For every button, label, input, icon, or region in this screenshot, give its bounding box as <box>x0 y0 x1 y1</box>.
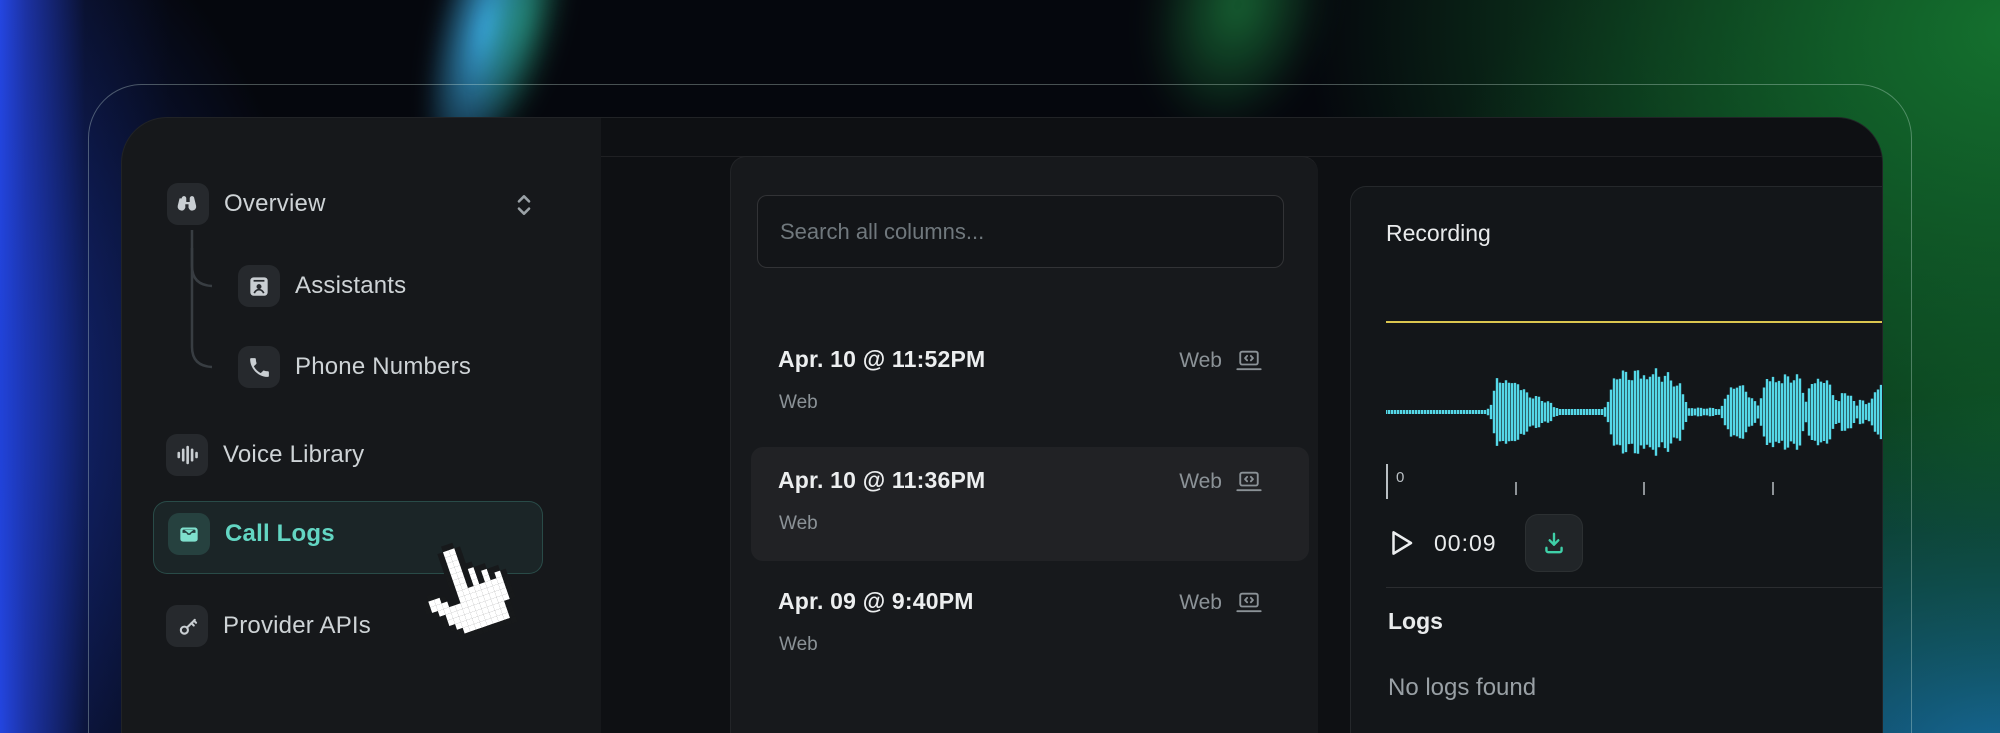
sidebar-item-label: Assistants <box>295 272 406 300</box>
call-log-row[interactable]: Apr. 09 @ 9:40PM Web Web <box>731 568 1319 686</box>
call-channel: Web <box>779 392 818 414</box>
sidebar-item-call-logs[interactable]: Call Logs <box>168 513 335 555</box>
sidebar-item-voice-library[interactable]: Voice Library <box>166 434 364 476</box>
phone-icon <box>238 346 280 388</box>
binoculars-icon <box>167 183 209 225</box>
waveform-scrubber[interactable]: 0 <box>1386 277 1883 507</box>
call-badge: Web <box>1179 470 1222 494</box>
laptop-code-icon <box>1235 590 1263 616</box>
ruler-start-tick <box>1386 464 1388 499</box>
download-button[interactable] <box>1525 514 1583 572</box>
sidebar-item-label: Phone Numbers <box>295 353 471 381</box>
id-card-icon <box>238 265 280 307</box>
key-icon <box>166 605 208 647</box>
call-channel: Web <box>779 634 818 656</box>
inbox-icon <box>168 513 210 555</box>
call-log-row[interactable]: Apr. 10 @ 11:52PM Web Web <box>731 326 1319 444</box>
chevron-up-down-icon[interactable] <box>512 192 536 218</box>
search-input[interactable] <box>757 195 1284 268</box>
content-region: Apr. 10 @ 11:52PM Web Web Apr. 10 @ 11:3… <box>601 118 1882 733</box>
call-list-panel: Apr. 10 @ 11:52PM Web Web Apr. 10 @ 11:3… <box>730 156 1318 733</box>
sidebar-item-label: Voice Library <box>223 441 364 469</box>
sidebar: Overview Assistants <box>122 118 601 733</box>
tree-connector <box>122 118 242 388</box>
audio-waveform <box>1386 277 1883 507</box>
app-window: Overview Assistants <box>121 117 1883 733</box>
call-badge: Web <box>1179 349 1222 373</box>
sidebar-item-label: Provider APIs <box>223 612 371 640</box>
sidebar-item-phone-numbers[interactable]: Phone Numbers <box>238 346 471 388</box>
recording-title: Recording <box>1386 220 1491 247</box>
call-badge: Web <box>1179 591 1222 615</box>
logs-title: Logs <box>1388 608 1443 635</box>
section-divider <box>1386 587 1883 588</box>
ruler-tick <box>1772 482 1774 495</box>
ruler-tick <box>1643 482 1645 495</box>
call-channel: Web <box>779 513 818 535</box>
sidebar-item-assistants[interactable]: Assistants <box>238 265 406 307</box>
ruler-tick <box>1515 482 1517 495</box>
logs-empty-message: No logs found <box>1388 674 1536 702</box>
ruler-zero-label: 0 <box>1396 469 1404 486</box>
sidebar-item-overview[interactable]: Overview <box>167 183 326 225</box>
sidebar-item-label: Overview <box>224 190 326 218</box>
call-datetime: Apr. 10 @ 11:52PM <box>778 346 985 373</box>
laptop-code-icon <box>1235 469 1263 495</box>
screenshot-stage: Overview Assistants <box>0 0 2000 733</box>
timeline-played-line <box>1386 321 1883 323</box>
call-datetime: Apr. 09 @ 9:40PM <box>778 588 974 615</box>
waveform-icon <box>166 434 208 476</box>
laptop-code-icon <box>1235 348 1263 374</box>
call-log-row-selected[interactable]: Apr. 10 @ 11:36PM Web Web <box>731 447 1319 565</box>
sidebar-item-provider-apis[interactable]: Provider APIs <box>166 605 371 647</box>
row-highlight <box>751 447 1309 561</box>
play-icon <box>1386 526 1416 560</box>
play-button[interactable] <box>1386 514 1426 572</box>
playback-controls: 00:09 <box>1386 514 1497 572</box>
playback-time: 00:09 <box>1434 530 1497 557</box>
call-datetime: Apr. 10 @ 11:36PM <box>778 467 985 494</box>
download-icon <box>1541 530 1567 556</box>
sidebar-item-label: Call Logs <box>225 520 335 548</box>
recording-panel: Recording 0 <box>1350 186 1883 733</box>
